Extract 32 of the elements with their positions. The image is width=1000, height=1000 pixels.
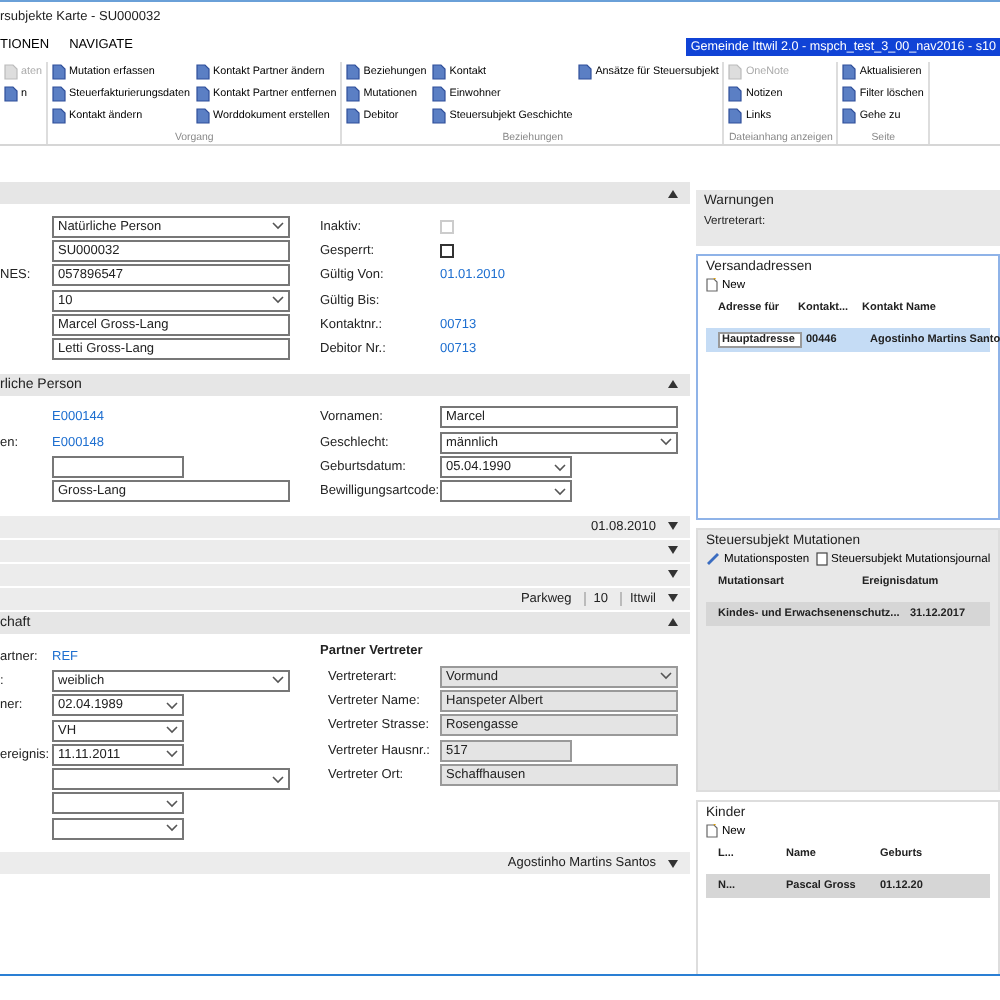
checkbox[interactable] (440, 243, 454, 258)
new-document-icon (706, 278, 718, 292)
dropdown[interactable] (440, 480, 572, 503)
pencil-icon (706, 552, 720, 566)
chevron-icon (554, 463, 566, 472)
dropdown[interactable] (52, 768, 290, 791)
expand-icon[interactable] (668, 522, 678, 531)
chevron-icon (272, 222, 284, 231)
expand-icon[interactable] (668, 570, 678, 579)
collapse-icon[interactable] (668, 618, 678, 627)
collapse-icon[interactable] (668, 380, 678, 389)
chevron-icon (272, 676, 284, 685)
chevron-icon (272, 296, 284, 305)
text-field[interactable] (52, 456, 184, 479)
journal-icon (815, 552, 828, 566)
chevron-icon (554, 487, 566, 496)
expand-icon[interactable] (668, 594, 678, 603)
dropdown[interactable] (52, 817, 184, 840)
chevron-icon (166, 701, 178, 710)
chevron-icon (272, 775, 284, 784)
collapse-icon[interactable] (668, 189, 678, 197)
chevron-icon (660, 672, 672, 681)
chevron-icon (660, 438, 672, 447)
expand-icon[interactable] (668, 546, 678, 555)
chevron-icon (166, 750, 178, 759)
expand-icon[interactable] (668, 859, 678, 868)
chevron-icon (166, 799, 178, 808)
dropdown[interactable] (52, 792, 184, 815)
document-icon (578, 64, 593, 80)
chevron-icon (166, 824, 178, 833)
new-document-icon (706, 824, 718, 838)
chevron-icon (166, 726, 178, 734)
